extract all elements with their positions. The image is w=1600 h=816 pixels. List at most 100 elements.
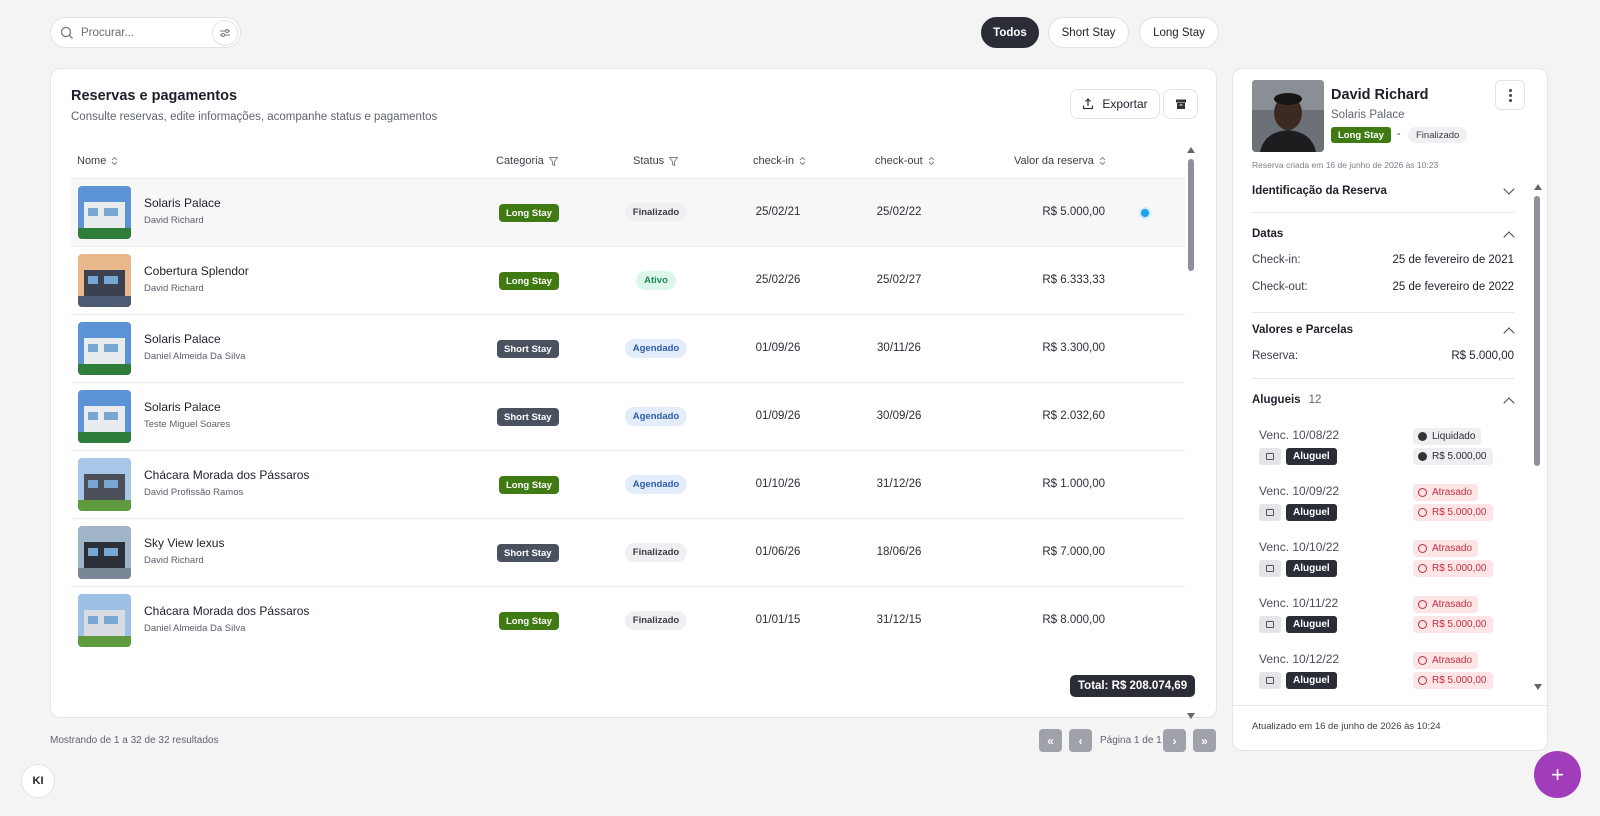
checkin-date: 01/09/26 (755, 410, 801, 422)
payment-status-badge: Atrasado (1413, 484, 1479, 501)
table-row[interactable]: Solaris Palace Teste Miguel Soares Short… (71, 382, 1185, 450)
rent-type-badge: Aluguel (1286, 616, 1337, 633)
property-thumbnail (78, 390, 131, 443)
th-checkout[interactable]: check-out (875, 155, 935, 167)
table-header: Nome Categoria Status check-in check-out… (71, 155, 1185, 175)
checkin-date: 01/10/26 (755, 478, 801, 490)
chevron-up-icon[interactable] (1503, 327, 1515, 339)
scroll-up-arrow[interactable] (1534, 184, 1542, 190)
reservation-detail-panel: David Richard Solaris Palace Long Stay -… (1232, 68, 1548, 751)
chevron-up-icon[interactable] (1503, 231, 1515, 243)
property-thumbnail (78, 186, 131, 239)
chevron-up-icon[interactable] (1503, 397, 1515, 409)
clock-icon (1418, 544, 1427, 553)
panel-scrollbar[interactable] (1534, 184, 1542, 694)
last-page-button[interactable]: » (1193, 729, 1216, 752)
filter-short-stay[interactable]: Short Stay (1048, 17, 1129, 48)
first-page-button[interactable]: « (1039, 729, 1062, 752)
sort-icon (799, 156, 806, 166)
sliders-icon (220, 29, 230, 37)
next-page-button[interactable]: › (1163, 729, 1186, 752)
property-name: Sky View lexus (144, 536, 225, 550)
checkout-date: 31/12/15 (876, 614, 922, 626)
property-thumbnail (78, 322, 131, 375)
checkin-date: 01/09/26 (755, 342, 801, 354)
sliders-button[interactable] (212, 20, 238, 46)
th-valor[interactable]: Valor da reserva (1014, 155, 1106, 167)
scroll-down-arrow[interactable] (1534, 684, 1542, 690)
th-nome[interactable]: Nome (77, 155, 118, 167)
category-badge: Short Stay (497, 340, 559, 358)
card-subtitle: Consulte reservas, edite informações, ac… (71, 111, 438, 123)
table-body: Solaris Palace David Richard Long Stay F… (71, 178, 1185, 673)
divider (1252, 212, 1514, 213)
clock-icon (1418, 488, 1427, 497)
scroll-thumb[interactable] (1188, 159, 1194, 271)
divider (1252, 312, 1514, 313)
section-valores[interactable]: Valores e Parcelas (1252, 324, 1353, 336)
checkin-date: 01/01/15 (755, 614, 801, 626)
table-row[interactable]: Solaris Palace Daniel Almeida Da Silva S… (71, 314, 1185, 382)
chevron-down-icon[interactable] (1503, 183, 1515, 195)
payment-amount-badge: R$ 5.000,00 (1413, 448, 1493, 465)
prev-page-button[interactable]: ‹ (1069, 729, 1092, 752)
clock-icon (1418, 600, 1427, 609)
receipt-icon[interactable] (1259, 672, 1281, 689)
category-badge: Long Stay (499, 204, 559, 222)
separator-dash: - (1397, 128, 1401, 140)
due-date: Venc. 10/11/22 (1259, 596, 1339, 610)
sort-icon (111, 156, 118, 166)
status-badge: Ativo (636, 271, 676, 290)
search-input[interactable] (81, 26, 211, 39)
table-scrollbar[interactable] (1187, 147, 1195, 719)
export-label: Exportar (1102, 97, 1148, 111)
table-row[interactable]: Sky View lexus David Richard Short Stay … (71, 518, 1185, 586)
property-thumbnail (78, 526, 131, 579)
property-name: Chácara Morada dos Pássaros (144, 604, 310, 618)
app-logo[interactable]: KI (21, 764, 55, 798)
table-row[interactable]: Chácara Morada dos Pássaros David Profis… (71, 450, 1185, 518)
reservation-value: R$ 6.333,33 (1042, 274, 1105, 286)
more-options-button[interactable] (1495, 80, 1525, 110)
scroll-up-arrow[interactable] (1187, 147, 1195, 153)
table-row[interactable]: Solaris Palace David Richard Long Stay F… (71, 178, 1185, 246)
scroll-thumb[interactable] (1534, 196, 1540, 466)
section-identificacao[interactable]: Identificação da Reserva (1252, 185, 1387, 197)
section-datas[interactable]: Datas (1252, 228, 1283, 240)
add-button[interactable]: + (1534, 751, 1581, 798)
checkout-date: 18/06/26 (876, 546, 922, 558)
category-badge: Long Stay (499, 612, 559, 630)
selected-indicator (1139, 207, 1151, 219)
due-date: Venc. 10/09/22 (1259, 484, 1340, 498)
divider (1252, 378, 1514, 379)
th-checkin[interactable]: check-in (753, 155, 806, 167)
reservations-card: Reservas e pagamentos Consulte reservas,… (50, 68, 1217, 719)
guest-name: David Richard (144, 283, 204, 294)
divider (1233, 705, 1547, 706)
reservation-value: R$ 1.000,00 (1042, 478, 1105, 490)
section-alugueis[interactable]: Alugueis 12 (1252, 394, 1321, 406)
receipt-icon[interactable] (1259, 560, 1281, 577)
th-status[interactable]: Status (633, 155, 679, 167)
export-button[interactable]: Exportar (1070, 89, 1160, 119)
receipt-icon[interactable] (1259, 504, 1281, 521)
archive-button[interactable] (1163, 89, 1198, 119)
receipt-icon[interactable] (1259, 448, 1281, 465)
payment-status-badge: Atrasado (1413, 596, 1479, 613)
scroll-down-arrow[interactable] (1187, 713, 1195, 719)
due-date: Venc. 10/12/22 (1259, 652, 1340, 666)
plus-icon: + (1551, 761, 1564, 787)
th-categoria[interactable]: Categoria (496, 155, 558, 167)
payment-amount-badge: R$ 5.000,00 (1413, 672, 1493, 689)
payment-status-badge: Liquidado (1413, 428, 1482, 445)
filter-todos[interactable]: Todos (981, 17, 1039, 48)
payment-amount-badge: R$ 5.000,00 (1413, 616, 1493, 633)
table-row[interactable]: Chácara Morada dos Pássaros Daniel Almei… (71, 586, 1185, 654)
receipt-icon[interactable] (1259, 616, 1281, 633)
table-row[interactable]: Cobertura Splendor David Richard Long St… (71, 246, 1185, 314)
clock-icon (1418, 620, 1427, 629)
filter-long-stay[interactable]: Long Stay (1139, 17, 1219, 48)
panel-scroll-area: Identificação da Reserva Datas Check-in:… (1233, 182, 1547, 692)
rent-type-badge: Aluguel (1286, 560, 1337, 577)
search-box[interactable] (50, 17, 241, 48)
